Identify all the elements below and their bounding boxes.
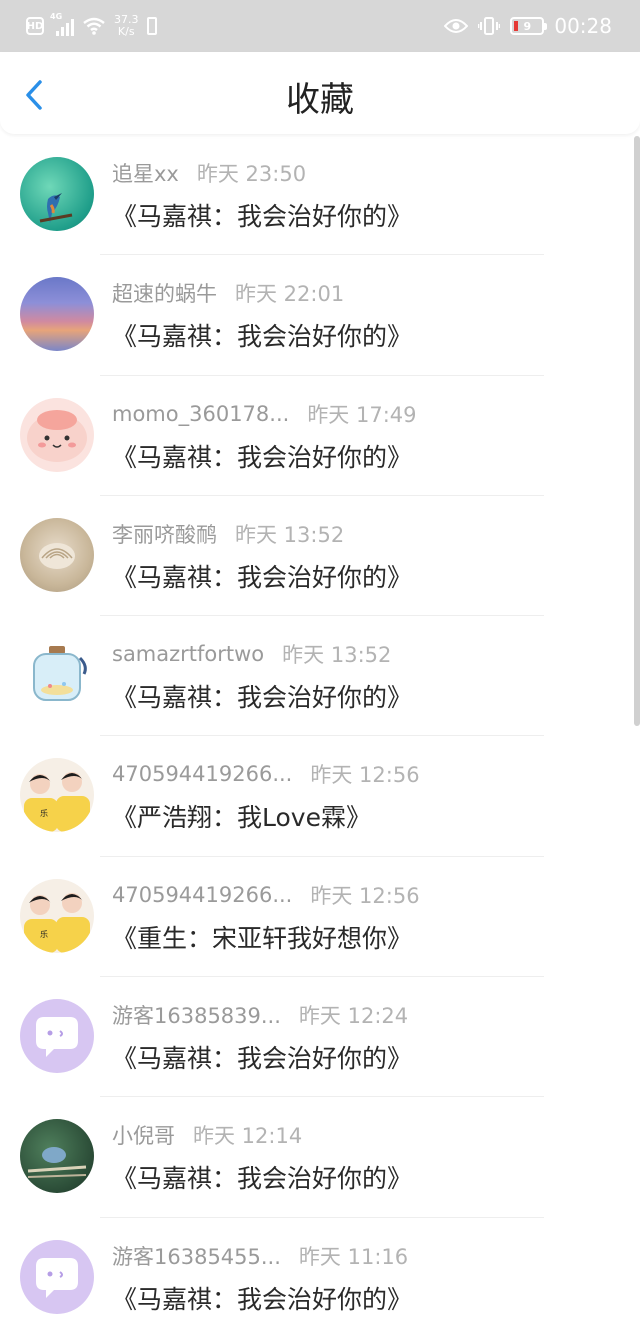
two-persons-image: 乐 xyxy=(20,758,94,833)
item-meta: 游客16385839... 昨天 12:24 xyxy=(112,1001,408,1029)
book-title[interactable]: 《马嘉祺：我会治好你的》 xyxy=(112,558,412,594)
avatar[interactable] xyxy=(20,1239,94,1314)
network-speed: 37.3 K/s xyxy=(114,14,139,38)
clock: 00:28 xyxy=(554,14,612,38)
bird-photo-image xyxy=(27,1147,87,1179)
timestamp: 昨天 22:01 xyxy=(235,282,345,307)
list-item[interactable]: 李丽哜酸鸸 昨天 13:52 《马嘉祺：我会治好你的》 xyxy=(0,496,640,617)
list-item[interactable]: 乐 470594419266... 昨天 12:56 《严浩翔：我Love霖》 xyxy=(0,736,640,857)
timestamp: 昨天 12:24 xyxy=(298,1004,409,1029)
avatar[interactable] xyxy=(20,638,94,713)
book-title[interactable]: 《马嘉祺：我会治好你的》 xyxy=(112,678,412,714)
avatar[interactable]: 乐 xyxy=(20,758,94,833)
list-item[interactable]: 游客16385455... 昨天 11:16 《马嘉祺：我会治好你的》 xyxy=(0,1218,640,1338)
timestamp: 昨天 13:52 xyxy=(235,522,345,547)
book-title[interactable]: 《马嘉祺：我会治好你的》 xyxy=(112,1039,412,1075)
list-item[interactable]: 追星xx 昨天 23:50 《马嘉祺：我会治好你的》 xyxy=(0,135,640,256)
list-item[interactable]: 乐 470594419266... 昨天 12:56 《重生：宋亚轩我好想你》 xyxy=(0,857,640,978)
username[interactable]: 超速的蜗牛 xyxy=(112,278,217,308)
item-meta: 小倪哥 昨天 12:14 xyxy=(112,1121,302,1149)
wifi-icon xyxy=(83,17,105,35)
battery-icon: 9 xyxy=(510,17,548,35)
item-meta: momo_360178... 昨天 17:49 xyxy=(112,400,417,428)
list-item[interactable]: momo_360178... 昨天 17:49 《马嘉祺：我会治好你的》 xyxy=(0,376,640,496)
timestamp: 昨天 17:49 xyxy=(307,402,417,427)
username[interactable]: 游客16385839... xyxy=(112,1000,281,1030)
username[interactable]: 小倪哥 xyxy=(112,1120,175,1150)
username[interactable]: 游客16385455... xyxy=(112,1241,281,1271)
book-title[interactable]: 《马嘉祺：我会治好你的》 xyxy=(112,197,412,233)
avatar[interactable] xyxy=(20,157,94,231)
eye-icon xyxy=(444,19,469,33)
status-right: 9 00:28 xyxy=(444,12,612,40)
scrollbar[interactable] xyxy=(634,136,640,726)
username[interactable]: momo_360178... xyxy=(112,402,289,426)
speed-unit: K/s xyxy=(117,25,135,38)
item-meta: 李丽哜酸鸸 昨天 13:52 xyxy=(112,520,344,548)
book-title[interactable]: 《马嘉祺：我会治好你的》 xyxy=(112,317,412,353)
book-title[interactable]: 《重生：宋亚轩我好想你》 xyxy=(112,919,412,955)
bird-image xyxy=(39,193,73,223)
network-type: 4G xyxy=(50,12,63,21)
nav-bar: 收藏 xyxy=(0,52,640,134)
bottle-image xyxy=(33,646,87,702)
username[interactable]: 470594419266... xyxy=(112,883,292,907)
chat-bubble-icon xyxy=(36,1017,78,1058)
username[interactable]: 追星xx xyxy=(112,158,179,188)
item-meta: 470594419266... 昨天 12:56 xyxy=(112,881,420,909)
item-meta: 追星xx 昨天 23:50 xyxy=(112,159,306,187)
timestamp: 昨天 13:52 xyxy=(282,643,392,668)
book-title[interactable]: 《严浩翔：我Love霖》 xyxy=(112,798,371,834)
list-item[interactable]: 游客16385839... 昨天 12:24 《马嘉祺：我会治好你的》 xyxy=(0,977,640,1098)
two-persons-image: 乐 xyxy=(20,878,94,953)
cartoon-face-image xyxy=(27,409,87,462)
timestamp: 昨天 11:16 xyxy=(298,1244,409,1269)
hd-icon: HD xyxy=(26,17,44,35)
list-item[interactable]: 小倪哥 昨天 12:14 《马嘉祺：我会治好你的》 xyxy=(0,1097,640,1218)
avatar[interactable] xyxy=(20,397,94,472)
seashell-image xyxy=(39,542,75,569)
chat-bubble-icon xyxy=(36,1257,78,1298)
list-item[interactable]: 超速的蜗牛 昨天 22:01 《马嘉祺：我会治好你的》 xyxy=(0,255,640,376)
username[interactable]: samazrtfortwo xyxy=(112,642,264,666)
item-meta: 游客16385455... 昨天 11:16 xyxy=(112,1242,408,1270)
signal-icon: 4G xyxy=(50,12,74,36)
item-meta: 超速的蜗牛 昨天 22:01 xyxy=(112,279,344,307)
avatar[interactable] xyxy=(20,277,94,352)
status-left: HD 4G 37.3 K/s xyxy=(26,12,157,40)
avatar[interactable]: 乐 xyxy=(20,878,94,953)
book-title[interactable]: 《马嘉祺：我会治好你的》 xyxy=(112,438,412,474)
item-meta: samazrtfortwo 昨天 13:52 xyxy=(112,640,391,668)
vibrate-icon xyxy=(478,17,501,35)
avatar[interactable] xyxy=(20,1119,94,1194)
timestamp: 昨天 23:50 xyxy=(196,162,307,186)
phone-icon xyxy=(146,17,157,35)
item-meta: 470594419266... 昨天 12:56 xyxy=(112,760,420,788)
status-bar: HD 4G 37.3 K/s 9 00:28 xyxy=(0,0,640,52)
svg-text:乐: 乐 xyxy=(40,929,48,939)
book-title[interactable]: 《马嘉祺：我会治好你的》 xyxy=(112,1280,412,1316)
svg-text:乐: 乐 xyxy=(40,808,48,818)
username[interactable]: 李丽哜酸鸸 xyxy=(112,519,217,549)
username[interactable]: 470594419266... xyxy=(112,762,292,786)
battery-level: 9 xyxy=(523,19,532,33)
favorites-list: 追星xx 昨天 23:50 《马嘉祺：我会治好你的》 超速的蜗牛 昨天 22:0… xyxy=(0,135,640,1338)
timestamp: 昨天 12:56 xyxy=(310,883,420,908)
timestamp: 昨天 12:14 xyxy=(193,1124,303,1149)
book-title[interactable]: 《马嘉祺：我会治好你的》 xyxy=(112,1159,412,1195)
avatar[interactable] xyxy=(20,517,94,592)
avatar[interactable] xyxy=(20,999,94,1074)
timestamp: 昨天 12:56 xyxy=(310,763,420,788)
list-item[interactable]: samazrtfortwo 昨天 13:52 《马嘉祺：我会治好你的》 xyxy=(0,616,640,737)
page-title: 收藏 xyxy=(286,80,354,120)
